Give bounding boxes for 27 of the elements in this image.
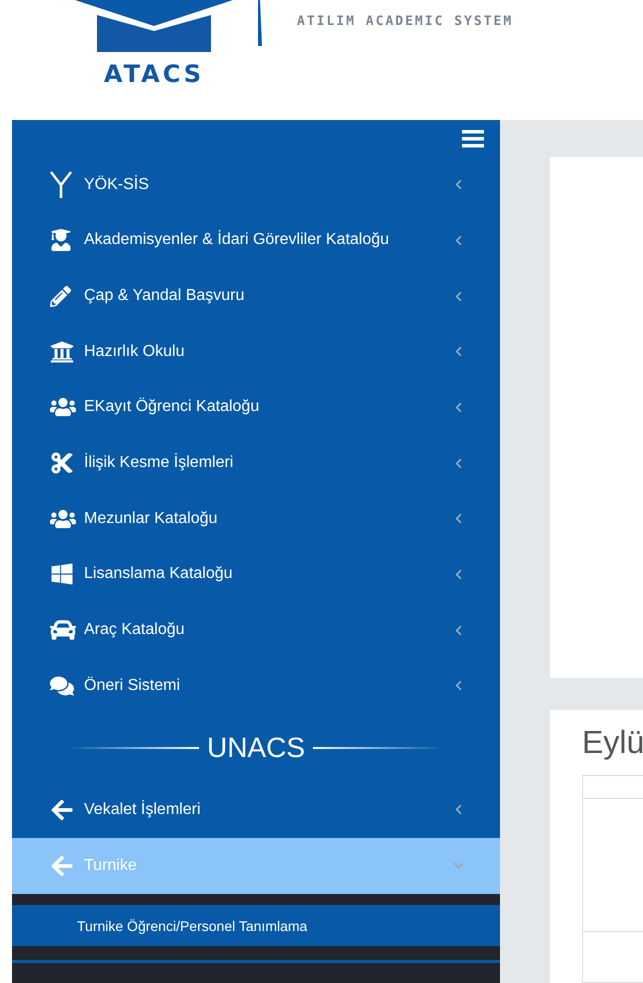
y-letter-icon [50, 170, 72, 199]
graduate-icon [50, 229, 72, 252]
menu-icon[interactable] [462, 130, 484, 148]
arrow-left-icon [50, 798, 74, 822]
sidebar-item[interactable]: İlişik Kesme İşlemleri [12, 435, 500, 491]
system-name: ATILIM ACADEMIC SYSTEM [297, 14, 514, 29]
sidebar-item[interactable]: Lisanslama Kataloğu [12, 546, 500, 602]
graduation-cap-logo-icon [75, 0, 233, 54]
sidebar-item[interactable]: Akademisyenler & İdari Görevliler Kataloğu [12, 212, 500, 268]
sidebar-item[interactable]: Mezunlar Kataloğu [12, 490, 500, 547]
sidebar-item[interactable]: YÖK-SİS [12, 156, 500, 213]
sidebar-item[interactable]: Çap & Yandal Başvuru [12, 268, 500, 324]
sidebar-item[interactable]: Öneri Sistemi [12, 658, 500, 714]
divider-mark-icon [257, 0, 263, 46]
sidebar-item[interactable]: Hazırlık Okulu [12, 324, 500, 380]
logo-text: ATACS [104, 60, 204, 88]
scissors-icon [50, 451, 74, 476]
window-grid-icon [50, 562, 74, 586]
pencil-icon [50, 286, 71, 307]
section-title: UNACS [206, 732, 305, 764]
sidebar-item[interactable]: Araç Kataloğu [12, 602, 500, 658]
sidebar-item[interactable]: EKayıt Öğrenci Kataloğu [12, 380, 500, 436]
bank-building-icon [50, 340, 74, 364]
sidebar-item[interactable]: Vekalet İşlemleri [12, 782, 500, 838]
speech-bubbles-icon [50, 674, 74, 698]
arrow-left-icon [50, 854, 74, 878]
card-title: Eylü [582, 724, 643, 761]
